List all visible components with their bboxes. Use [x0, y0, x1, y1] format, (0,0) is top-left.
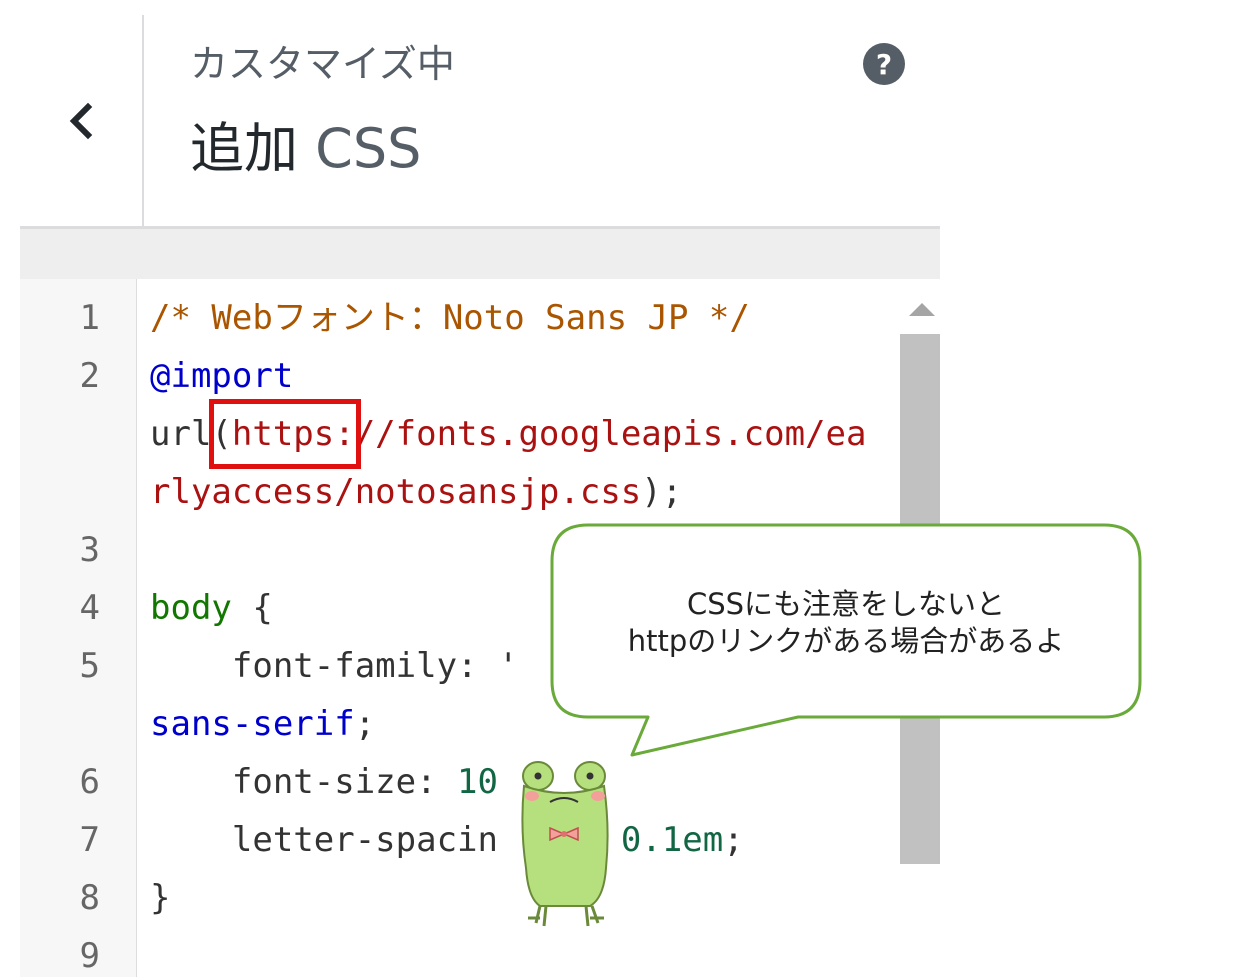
line-number: 4: [79, 588, 100, 628]
code-line-text: }: [124, 869, 170, 927]
code-token: @import: [150, 356, 294, 396]
code-line-text: [124, 521, 150, 579]
line-number: [20, 405, 124, 463]
code-token: );: [641, 472, 683, 512]
speech-bubble-line-2: httpのリンクがある場合があるよ: [627, 624, 1065, 658]
code-line-text: font-size: 10: [124, 753, 498, 811]
code-line-text: @import: [124, 347, 293, 405]
code-token: sans-serif: [150, 704, 355, 744]
code-line[interactable]: 7 letter-spacin 0.1em;: [20, 811, 900, 869]
line-number: 9: [79, 936, 100, 976]
help-icon: ?: [875, 47, 893, 81]
code-line-text: /* Webフォント：Noto Sans JP */: [124, 289, 750, 347]
header-divider: [142, 15, 144, 226]
code-line[interactable]: 9: [20, 927, 900, 977]
code-line[interactable]: 2 @import: [20, 347, 900, 405]
code-line-text: [124, 927, 150, 977]
code-line-text: letter-spacin 0.1em;: [124, 811, 744, 869]
code-token: rlyaccess/notosansjp.css: [150, 472, 642, 512]
customizer-header: カスタマイズ中 追加 CSS ?: [0, 0, 940, 226]
code-line-text: body {: [124, 579, 273, 637]
code-line-text: font-family: ': [124, 637, 519, 695]
code-line[interactable]: url(https://fonts.googleapis.com/ea: [20, 405, 900, 463]
code-token: font-size:: [150, 762, 458, 802]
https-highlight-box: [209, 399, 361, 469]
code-token: ;: [723, 820, 744, 860]
line-number: [20, 695, 124, 753]
editor-toolbar-band: [20, 229, 940, 279]
code-line[interactable]: 1 /* Webフォント：Noto Sans JP */: [20, 289, 900, 347]
line-number: 3: [79, 530, 100, 570]
code-token: /* Webフォント：Noto Sans JP */: [150, 298, 750, 338]
back-button[interactable]: [20, 15, 142, 226]
speech-bubble-line-1: CSSにも注意をしないと: [686, 587, 1006, 621]
code-token: }: [150, 878, 171, 918]
line-number: 7: [79, 820, 100, 860]
scroll-up-arrow-icon[interactable]: [909, 303, 935, 316]
code-token: {: [231, 588, 273, 628]
code-token: body: [150, 588, 232, 628]
line-number: 2: [79, 356, 100, 396]
line-number: [20, 463, 124, 521]
frog-mascot-icon: [521, 761, 609, 927]
speech-bubble-text: CSSにも注意をしないと httpのリンクがある場合があるよ: [548, 586, 1144, 660]
code-line-text: rlyaccess/notosansjp.css);: [124, 463, 682, 521]
line-number: 6: [79, 762, 100, 802]
line-number: 8: [79, 878, 100, 918]
panel-title: 追加 CSS: [190, 112, 421, 186]
panel-title-suffix: CSS: [315, 117, 422, 180]
code-line[interactable]: rlyaccess/notosansjp.css);: [20, 463, 900, 521]
code-line[interactable]: 8}: [20, 869, 900, 927]
line-number: 1: [79, 298, 100, 338]
code-token: 10: [457, 762, 498, 802]
help-button[interactable]: ?: [863, 43, 905, 85]
code-token: 0.1em: [620, 820, 724, 860]
line-number: 5: [79, 646, 100, 686]
chevron-left-icon: [69, 102, 93, 139]
code-token: letter-spacin: [150, 820, 498, 860]
code-line-text: sans-serif;: [124, 695, 375, 753]
code-token: ;: [354, 704, 376, 744]
panel-title-prefix: 追加: [190, 117, 298, 180]
customizing-label: カスタマイズ中: [190, 42, 455, 86]
code-token: font-family: ': [150, 646, 519, 686]
